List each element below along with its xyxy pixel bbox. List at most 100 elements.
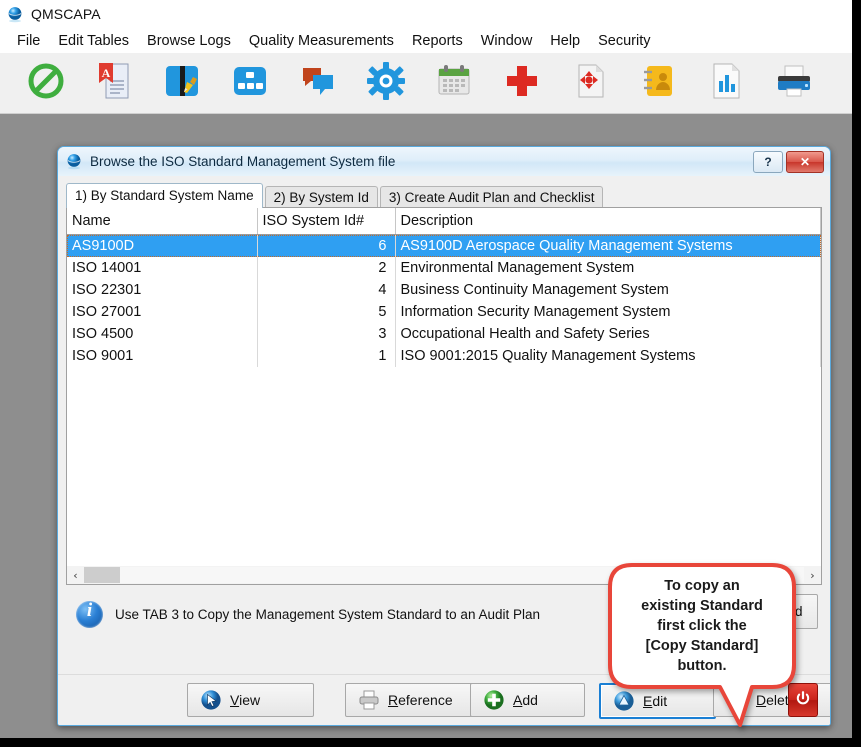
- red-minus-icon: [726, 689, 748, 711]
- chat-bubbles-icon: [299, 62, 337, 105]
- printer-icon: [774, 62, 814, 105]
- calendar-icon: [435, 62, 473, 105]
- reference-button[interactable]: Reference: [345, 683, 484, 717]
- window-titlebar: QMSCAPA: [0, 0, 852, 28]
- grid-horizontal-scrollbar[interactable]: ‹ ›: [66, 566, 822, 585]
- image-edge-right: [852, 0, 861, 747]
- table-row[interactable]: AS9100D 6 AS9100D Aerospace Quality Mana…: [67, 235, 821, 258]
- gear-icon: [367, 62, 405, 105]
- toolbar-settings[interactable]: [352, 55, 420, 111]
- cell-name: AS9100D: [67, 235, 257, 258]
- no-entry-icon: [27, 62, 65, 105]
- globe-icon: [7, 6, 24, 23]
- scrollbar-thumb[interactable]: [84, 567, 120, 583]
- cell-iso-id: 6: [257, 235, 395, 258]
- edit-button-label: Edit: [643, 693, 667, 709]
- table-row[interactable]: ISO 9001 1 ISO 9001:2015 Quality Managem…: [67, 345, 821, 367]
- cell-iso-id: 3: [257, 323, 395, 345]
- add-button[interactable]: Add: [470, 683, 585, 717]
- copy-standard-button[interactable]: Copy Standard: [671, 594, 818, 629]
- toolbar-org-chart[interactable]: [216, 55, 284, 111]
- move-document-icon: [571, 62, 609, 105]
- dialog-title: Browse the ISO Standard Management Syste…: [90, 154, 395, 169]
- table-row[interactable]: ISO 14001 2 Environmental Management Sys…: [67, 257, 821, 279]
- close-button[interactable]: ✕: [786, 151, 824, 173]
- menubar: File Edit Tables Browse Logs Quality Mea…: [0, 28, 852, 53]
- org-chart-icon: [231, 62, 269, 105]
- toolbar: A: [0, 53, 852, 114]
- tabstrip: 1) By Standard System Name 2) By System …: [66, 184, 822, 208]
- table-row[interactable]: ISO 22301 4 Business Continuity Manageme…: [67, 279, 821, 301]
- dialog-window-buttons: ? ✕: [753, 151, 824, 173]
- toolbar-print[interactable]: [760, 55, 828, 111]
- scrollbar-track[interactable]: [120, 567, 804, 583]
- cell-name: ISO 27001: [67, 301, 257, 323]
- table-row[interactable]: ISO 27001 5 Information Security Managem…: [67, 301, 821, 323]
- cell-description: Occupational Health and Safety Series: [395, 323, 821, 345]
- menu-edit-tables[interactable]: Edit Tables: [49, 31, 138, 51]
- menu-quality-measurements[interactable]: Quality Measurements: [240, 31, 403, 51]
- info-icon: [76, 601, 103, 628]
- help-button[interactable]: ?: [753, 151, 783, 173]
- menu-security[interactable]: Security: [589, 31, 659, 51]
- cell-iso-id: 5: [257, 301, 395, 323]
- info-hint-row: Use TAB 3 to Copy the Management System …: [76, 601, 540, 628]
- cell-description: AS9100D Aerospace Quality Management Sys…: [395, 235, 821, 258]
- view-button[interactable]: View: [187, 683, 314, 717]
- dialog-body: 1) By Standard System Name 2) By System …: [58, 176, 830, 725]
- power-icon: [795, 690, 811, 711]
- column-header-name[interactable]: Name: [67, 208, 257, 235]
- exit-power-button[interactable]: [788, 683, 818, 717]
- image-edge-bottom: [0, 738, 861, 747]
- cell-description: Information Security Management System: [395, 301, 821, 323]
- cell-iso-id: 2: [257, 257, 395, 279]
- column-header-iso-id[interactable]: ISO System Id#: [257, 208, 395, 235]
- menu-browse-logs[interactable]: Browse Logs: [138, 31, 240, 51]
- toolbar-add[interactable]: [488, 55, 556, 111]
- notebook-pencil-icon: [163, 62, 201, 105]
- globe-icon: [66, 153, 83, 170]
- menu-reports[interactable]: Reports: [403, 31, 472, 51]
- add-button-label: Add: [513, 692, 538, 708]
- column-header-description[interactable]: Description: [395, 208, 821, 235]
- cursor-circle-icon: [200, 689, 222, 711]
- cell-name: ISO 4500: [67, 323, 257, 345]
- edit-button[interactable]: Edit: [599, 683, 716, 719]
- table-row[interactable]: ISO 4500 3 Occupational Health and Safet…: [67, 323, 821, 345]
- browse-iso-standard-dialog: Browse the ISO Standard Management Syste…: [57, 146, 831, 726]
- grid-header-row: Name ISO System Id# Description: [67, 208, 821, 235]
- toolbar-no-entry[interactable]: [12, 55, 80, 111]
- green-plus-icon: [483, 689, 505, 711]
- document-a-icon: A: [95, 61, 133, 106]
- cell-description: Business Continuity Management System: [395, 279, 821, 301]
- tab-create-audit-plan[interactable]: 3) Create Audit Plan and Checklist: [380, 186, 604, 208]
- mdi-client-area: Browse the ISO Standard Management Syste…: [0, 114, 852, 738]
- scroll-right-arrow-icon[interactable]: ›: [804, 567, 821, 583]
- menu-file[interactable]: File: [8, 31, 49, 51]
- tab-by-standard-system-name[interactable]: 1) By Standard System Name: [66, 183, 263, 208]
- reference-button-label: Reference: [388, 692, 453, 708]
- scroll-left-arrow-icon[interactable]: ‹: [67, 567, 84, 583]
- copy-standard-label: Copy Standard: [712, 604, 802, 619]
- menu-window[interactable]: Window: [472, 31, 542, 51]
- cell-iso-id: 4: [257, 279, 395, 301]
- blue-triangle-icon: [613, 690, 635, 712]
- cell-name: ISO 9001: [67, 345, 257, 367]
- printer-icon: [358, 689, 380, 711]
- copy-pages-icon: [686, 601, 703, 622]
- cell-description: Environmental Management System: [395, 257, 821, 279]
- tab-by-system-id[interactable]: 2) By System Id: [265, 186, 378, 208]
- toolbar-chat[interactable]: [284, 55, 352, 111]
- toolbar-calendar[interactable]: [420, 55, 488, 111]
- toolbar-contacts[interactable]: [624, 55, 692, 111]
- cell-iso-id: 1: [257, 345, 395, 367]
- iso-standards-grid[interactable]: Name ISO System Id# Description AS9100D …: [66, 207, 822, 569]
- toolbar-document[interactable]: A: [80, 55, 148, 111]
- svg-text:A: A: [102, 66, 111, 80]
- toolbar-edit-notebook[interactable]: [148, 55, 216, 111]
- toolbar-move-document[interactable]: [556, 55, 624, 111]
- cell-description: ISO 9001:2015 Quality Management Systems: [395, 345, 821, 367]
- menu-help[interactable]: Help: [541, 31, 589, 51]
- toolbar-reports[interactable]: [692, 55, 760, 111]
- info-hint-text: Use TAB 3 to Copy the Management System …: [115, 607, 540, 622]
